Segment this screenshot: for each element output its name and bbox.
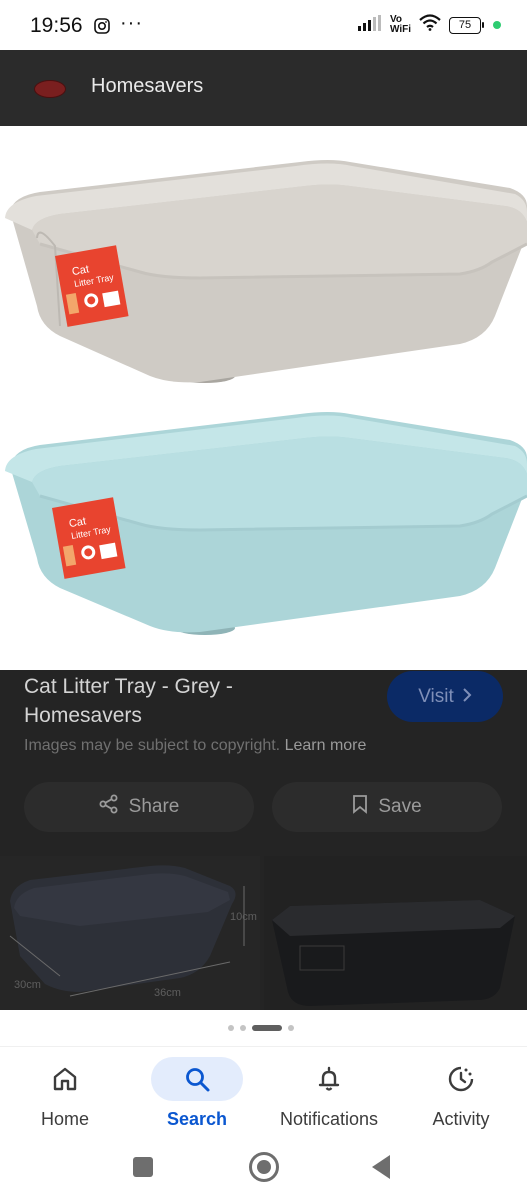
instagram-icon <box>94 18 110 39</box>
bottom-navigation: Home Search Notifications Activity <box>0 1046 527 1143</box>
bell-icon <box>283 1057 375 1101</box>
status-time: 19:56 <box>30 14 83 37</box>
visit-button[interactable]: Visit <box>387 671 503 722</box>
learn-more-link[interactable]: Learn more <box>285 737 367 754</box>
home-icon <box>19 1057 111 1101</box>
nav-activity[interactable]: Activity <box>396 1047 526 1143</box>
signal-icon <box>357 14 382 36</box>
battery-icon: 75 <box>449 16 484 34</box>
back-button[interactable] <box>372 1155 390 1179</box>
nav-home-label: Home <box>40 1109 89 1129</box>
visit-label: Visit <box>418 685 454 707</box>
recents-button[interactable] <box>133 1157 153 1177</box>
nav-search[interactable]: Search <box>132 1047 262 1143</box>
dimension-depth: 30cm <box>14 979 41 991</box>
nav-notifications-label: Notifications <box>279 1109 379 1129</box>
copyright-text: Images may be subject to copyright. <box>24 737 281 754</box>
vowifi-bottom: WiFi <box>389 24 411 35</box>
search-icon <box>151 1057 243 1101</box>
dimension-height: 10cm <box>230 911 257 923</box>
pagination-dot[interactable] <box>240 1025 246 1031</box>
status-indicators: Vo WiFi 75 <box>357 14 501 36</box>
status-bar: 19:56 ··· Vo WiFi 75 <box>0 0 527 50</box>
vowifi-indicator: Vo WiFi <box>390 15 411 35</box>
image-pagination <box>228 1025 294 1031</box>
related-image-dimensions[interactable]: 10cm 30cm 36cm <box>0 856 260 1010</box>
dimension-width: 36cm <box>154 987 181 999</box>
bookmark-icon <box>352 794 368 820</box>
home-button[interactable] <box>249 1152 279 1182</box>
nav-activity-label: Activity <box>432 1109 490 1129</box>
product-image[interactable]: Cat Litter Tray Cat Litter Tray <box>0 126 527 670</box>
site-logo[interactable] <box>34 80 66 98</box>
chevron-right-icon <box>462 686 472 708</box>
blue-tray: Cat Litter Tray <box>5 412 527 635</box>
nav-home[interactable]: Home <box>0 1047 130 1143</box>
site-header: Homesavers <box>0 50 527 126</box>
nav-notifications[interactable]: Notifications <box>264 1047 394 1143</box>
grey-tray: Cat Litter Tray <box>5 160 527 383</box>
copyright-notice: Images may be subject to copyright. Lear… <box>24 737 366 755</box>
system-navigation <box>0 1142 527 1200</box>
more-notifications-icon: ··· <box>120 12 143 34</box>
save-button[interactable]: Save <box>272 782 502 832</box>
pagination-dot[interactable] <box>288 1025 294 1031</box>
nav-search-label: Search <box>166 1109 228 1129</box>
related-image-black-tray[interactable] <box>264 856 527 1010</box>
pagination-dot[interactable] <box>228 1025 234 1031</box>
product-title[interactable]: Cat Litter Tray - Grey - Homesavers <box>24 672 354 730</box>
activity-icon <box>415 1057 507 1101</box>
pagination-dot-active[interactable] <box>252 1025 282 1031</box>
share-label: Share <box>128 796 180 817</box>
share-button[interactable]: Share <box>24 782 254 832</box>
privacy-indicator-dot <box>493 21 501 29</box>
battery-level: 75 <box>458 19 472 31</box>
save-label: Save <box>378 796 422 817</box>
share-icon <box>99 794 119 820</box>
site-name[interactable]: Homesavers <box>91 75 203 98</box>
wifi-icon <box>419 14 441 36</box>
related-images: 10cm 30cm 36cm <box>0 856 527 1010</box>
